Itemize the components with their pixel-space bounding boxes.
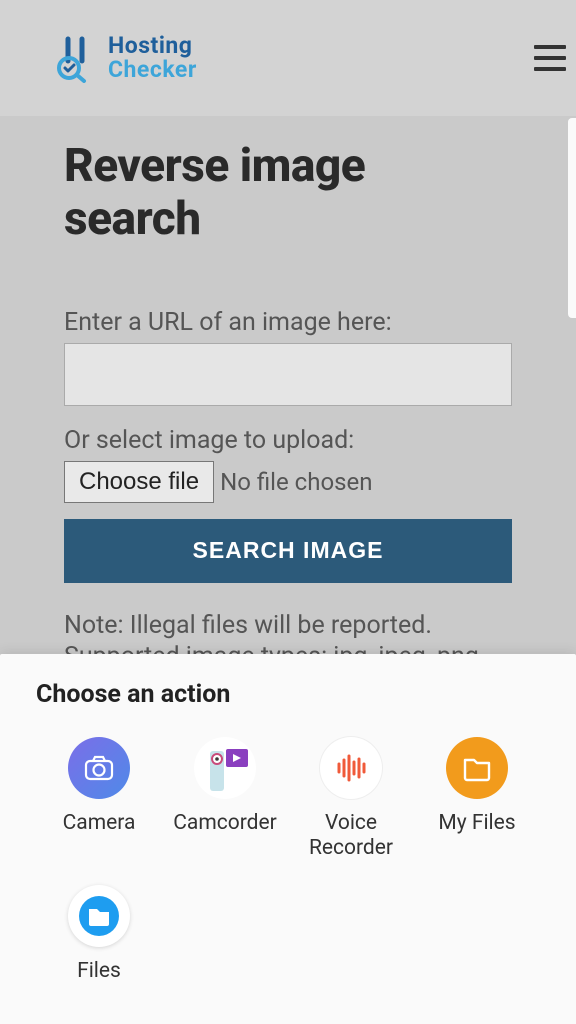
camcorder-icon [194,737,256,799]
action-sheet: Choose an action Camera [0,654,576,1024]
action-sheet-grid: Camera Camcorder [36,737,540,985]
action-label: Files [77,959,121,984]
brand-logo[interactable]: Hosting Checker [50,33,197,83]
app-header: Hosting Checker [0,0,576,116]
note-text: Note: Illegal files will be reported. [64,611,512,640]
page-title: Reverse image search [64,140,512,246]
upload-label: Or select image to upload: [64,426,512,455]
action-label: My Files [438,811,515,836]
hamburger-menu-icon[interactable] [534,45,566,71]
action-voice-recorder[interactable]: Voice Recorder [288,737,414,861]
action-camera[interactable]: Camera [36,737,162,861]
voice-recorder-icon [320,737,382,799]
main-content: Reverse image search Enter a URL of an i… [0,116,576,700]
choose-file-button[interactable]: Choose file [64,461,214,503]
scroll-indicator [568,118,576,318]
action-sheet-title: Choose an action [36,680,540,709]
action-my-files[interactable]: My Files [414,737,540,861]
action-files[interactable]: Files [36,885,162,984]
file-picker-row: Choose file No file chosen [64,461,512,503]
my-files-icon [446,737,508,799]
action-camcorder[interactable]: Camcorder [162,737,288,861]
files-icon [68,885,130,947]
search-image-button[interactable]: SEARCH IMAGE [64,519,512,583]
camera-icon [68,737,130,799]
brand-line1: Hosting [108,34,197,58]
url-input-label: Enter a URL of an image here: [64,308,512,337]
brand-line2: Checker [108,58,197,82]
brand-text: Hosting Checker [108,34,197,82]
action-label: Voice Recorder [288,811,414,861]
file-status-text: No file chosen [220,468,372,496]
url-input[interactable] [64,343,512,406]
logo-icon [50,33,100,83]
action-label: Camcorder [173,811,277,836]
action-label: Camera [63,811,136,836]
